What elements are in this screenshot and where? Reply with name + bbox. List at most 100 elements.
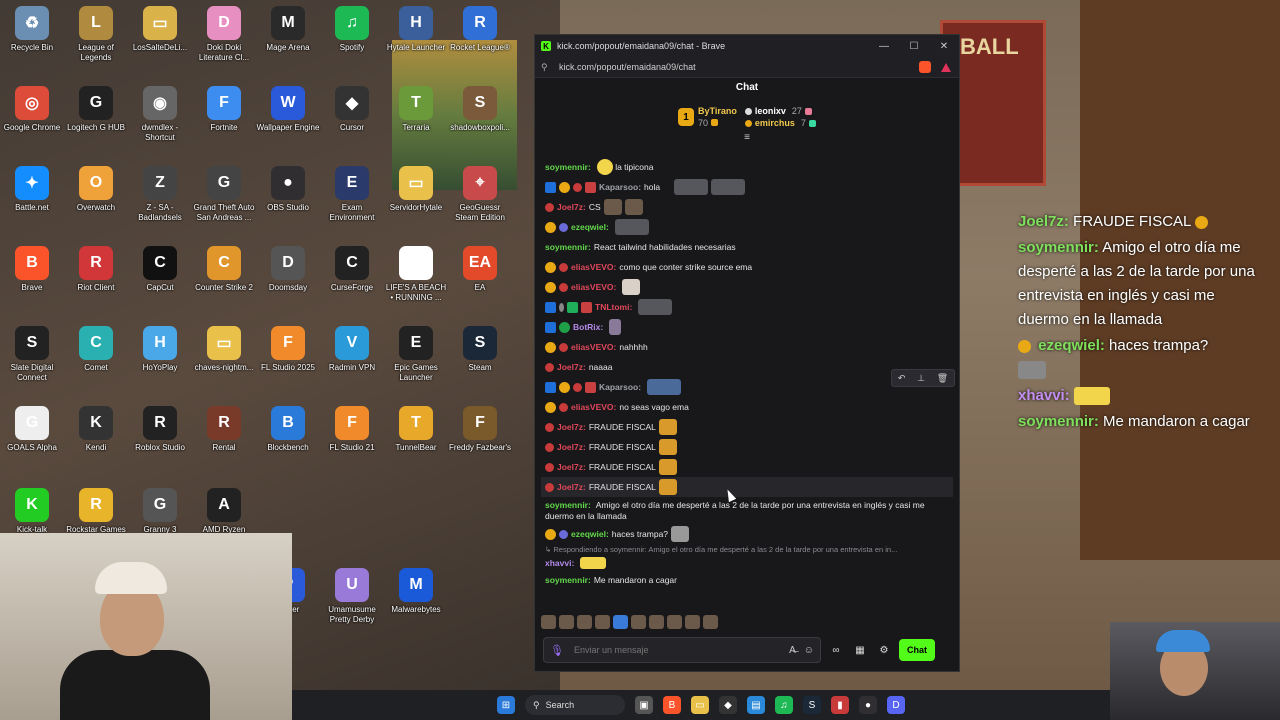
- desktop-icon[interactable]: R Rental: [192, 406, 256, 453]
- chat-username[interactable]: ezeqwiel:: [571, 222, 609, 233]
- desktop-icon[interactable]: C CapCut: [128, 246, 192, 293]
- emote-icon[interactable]: [577, 615, 592, 629]
- chat-username[interactable]: Joel7z:: [557, 202, 586, 213]
- desktop-icon[interactable]: F FL Studio 21: [320, 406, 384, 453]
- discord-icon[interactable]: D: [887, 696, 905, 714]
- desktop-icon[interactable]: W Wallpaper Engine: [256, 86, 320, 133]
- desktop-icon[interactable]: H Hytale Launcher: [384, 6, 448, 53]
- chat-username[interactable]: soymennir:: [545, 162, 591, 173]
- chat-username[interactable]: soymennir:: [545, 242, 591, 253]
- desktop-icon[interactable]: U Umamusume Pretty Derby: [320, 568, 384, 625]
- desktop-icon[interactable]: ▭ chaves-nightm...: [192, 326, 256, 373]
- emote-icon[interactable]: [595, 615, 610, 629]
- brave-rewards-icon[interactable]: [941, 62, 951, 72]
- desktop-icon[interactable]: ▭ ServidorHytale: [384, 166, 448, 213]
- desktop-icon[interactable]: F Freddy Fazbear's: [448, 406, 512, 453]
- chat-username[interactable]: eliasVEVO:: [571, 262, 616, 273]
- desktop-icon[interactable]: T TunnelBear: [384, 406, 448, 453]
- emote-icon[interactable]: [559, 615, 574, 629]
- chat-username[interactable]: soymennir:: [545, 500, 591, 510]
- desktop-icon[interactable]: O Overwatch: [64, 166, 128, 213]
- desktop-icon[interactable]: B Brave: [0, 246, 64, 293]
- chat-username[interactable]: soymennir:: [545, 575, 591, 586]
- pin-icon[interactable]: ⊥: [917, 373, 925, 384]
- url-text[interactable]: kick.com/popout/emaidana09/chat: [559, 62, 919, 72]
- maximize-button[interactable]: ☐: [899, 41, 929, 52]
- desktop-icon[interactable]: E Epic Games Launcher: [384, 326, 448, 383]
- chat-username[interactable]: Joel7z:: [557, 462, 586, 473]
- desktop-icon[interactable]: S Slate Digital Connect: [0, 326, 64, 383]
- desktop-icon[interactable]: M Mage Arena: [256, 6, 320, 53]
- desktop-icon[interactable]: C Comet: [64, 326, 128, 373]
- desktop-icon[interactable]: ● OBS Studio: [256, 166, 320, 213]
- chat-username[interactable]: eliasVEVO:: [571, 282, 616, 293]
- desktop-icon[interactable]: D Doomsday: [256, 246, 320, 293]
- close-button[interactable]: ✕: [929, 41, 959, 52]
- desktop-icon[interactable]: Sshadowboxpoli...: [448, 86, 512, 133]
- settings-gear-icon[interactable]: ⚙: [875, 645, 893, 656]
- chat-message[interactable]: Joel7z: FRAUDE FISCAL: [541, 477, 953, 497]
- desktop-icon[interactable]: ♫ Spotify: [320, 6, 384, 53]
- desktop-icon[interactable]: L League of Legends: [64, 6, 128, 63]
- delete-icon[interactable]: 🗑: [937, 373, 948, 384]
- site-settings-icon[interactable]: ⚲: [541, 62, 555, 73]
- desktop-icon[interactable]: R Rocket League®: [448, 6, 512, 53]
- desktop-icon[interactable]: E Exam Environment: [320, 166, 384, 223]
- desktop-icon[interactable]: G Granny 3: [128, 488, 192, 535]
- desktop-icon[interactable]: F Fortnite: [192, 86, 256, 133]
- desktop-icon[interactable]: EA EA: [448, 246, 512, 293]
- emote-icon[interactable]: [613, 615, 628, 629]
- emote-icon[interactable]: [703, 615, 718, 629]
- brave-shield-icon[interactable]: [919, 61, 931, 73]
- desktop-icon[interactable]: G Grand Theft Auto San Andreas ...: [192, 166, 256, 223]
- desktop-icon[interactable]: M Malwarebytes: [384, 568, 448, 615]
- chat-username[interactable]: TNLtomi:: [595, 302, 632, 313]
- desktop-icon[interactable]: S Steam: [448, 326, 512, 373]
- chat-username[interactable]: eliasVEVO:: [571, 402, 616, 413]
- desktop-icon[interactable]: R Riot Client: [64, 246, 128, 293]
- app-icon[interactable]: ▤: [747, 696, 765, 714]
- desktop-icon[interactable]: ◆ Cursor: [320, 86, 384, 133]
- desktop-icon[interactable]: ⌖ GeoGuessr Steam Edition: [448, 166, 512, 223]
- chat-username[interactable]: Joel7z:: [557, 422, 586, 433]
- emote-icon[interactable]: [649, 615, 664, 629]
- reply-icon[interactable]: ↶: [898, 373, 906, 384]
- desktop-icon[interactable]: Z Z - SA - Badlandsels: [128, 166, 192, 223]
- desktop-icon[interactable]: ✦ Battle.net: [0, 166, 64, 213]
- chat-username[interactable]: ezeqwiel:: [571, 529, 609, 540]
- desktop-icon[interactable]: G GOALS Alpha: [0, 406, 64, 453]
- desktop-icon[interactable]: ◉ dwmdlex - Shortcut: [128, 86, 192, 143]
- file-explorer-icon[interactable]: ▭: [691, 696, 709, 714]
- emote-icon[interactable]: [631, 615, 646, 629]
- desktop-icon[interactable]: C Counter Strike 2: [192, 246, 256, 293]
- points-icon[interactable]: ∞: [827, 645, 845, 656]
- desktop-icon[interactable]: ▲ LIFE'S A BEACH • RUNNING ...: [384, 246, 448, 303]
- desktop-icon[interactable]: H HoYoPlay: [128, 326, 192, 373]
- desktop-icon[interactable]: ▭ LosSalteDeLi...: [128, 6, 192, 53]
- emoji-icon[interactable]: ☺: [804, 645, 814, 656]
- send-chat-button[interactable]: Chat: [899, 639, 935, 661]
- chat-username[interactable]: Joel7z:: [557, 482, 586, 493]
- emote-icon[interactable]: [667, 615, 682, 629]
- desktop-icon[interactable]: K Kendi: [64, 406, 128, 453]
- chat-username[interactable]: Kaparsoo:: [599, 182, 641, 193]
- chat-username[interactable]: Kaparsoo:: [599, 382, 641, 393]
- desktop-icon[interactable]: K Kick-talk: [0, 488, 64, 535]
- chat-username[interactable]: BotRix:: [573, 322, 603, 333]
- desktop-icon[interactable]: ◎ Google Chrome: [0, 86, 64, 133]
- desktop-icon[interactable]: T Terraria: [384, 86, 448, 133]
- windows-start-icon[interactable]: ⊞: [497, 696, 515, 714]
- desktop-icon[interactable]: V Radmin VPN: [320, 326, 384, 373]
- emote-icon[interactable]: [685, 615, 700, 629]
- chat-message-list[interactable]: soymennir: la tipicona Kaparsoo: hola Jo…: [535, 157, 959, 617]
- emote-icon[interactable]: [541, 615, 556, 629]
- pinned-toggle-icon[interactable]: ≡: [535, 133, 959, 144]
- desktop-icon[interactable]: ♻ Recycle Bin: [0, 6, 64, 53]
- chat-input-container[interactable]: 🎙 A̶ ☺: [543, 637, 821, 663]
- gift-box-icon[interactable]: ▦: [851, 645, 869, 656]
- task-view-icon[interactable]: ▣: [635, 696, 653, 714]
- desktop-icon[interactable]: B Blockbench: [256, 406, 320, 453]
- desktop-icon[interactable]: R Roblox Studio: [128, 406, 192, 453]
- desktop-icon[interactable]: F FL Studio 2025: [256, 326, 320, 373]
- address-bar[interactable]: ⚲ kick.com/popout/emaidana09/chat: [535, 57, 959, 78]
